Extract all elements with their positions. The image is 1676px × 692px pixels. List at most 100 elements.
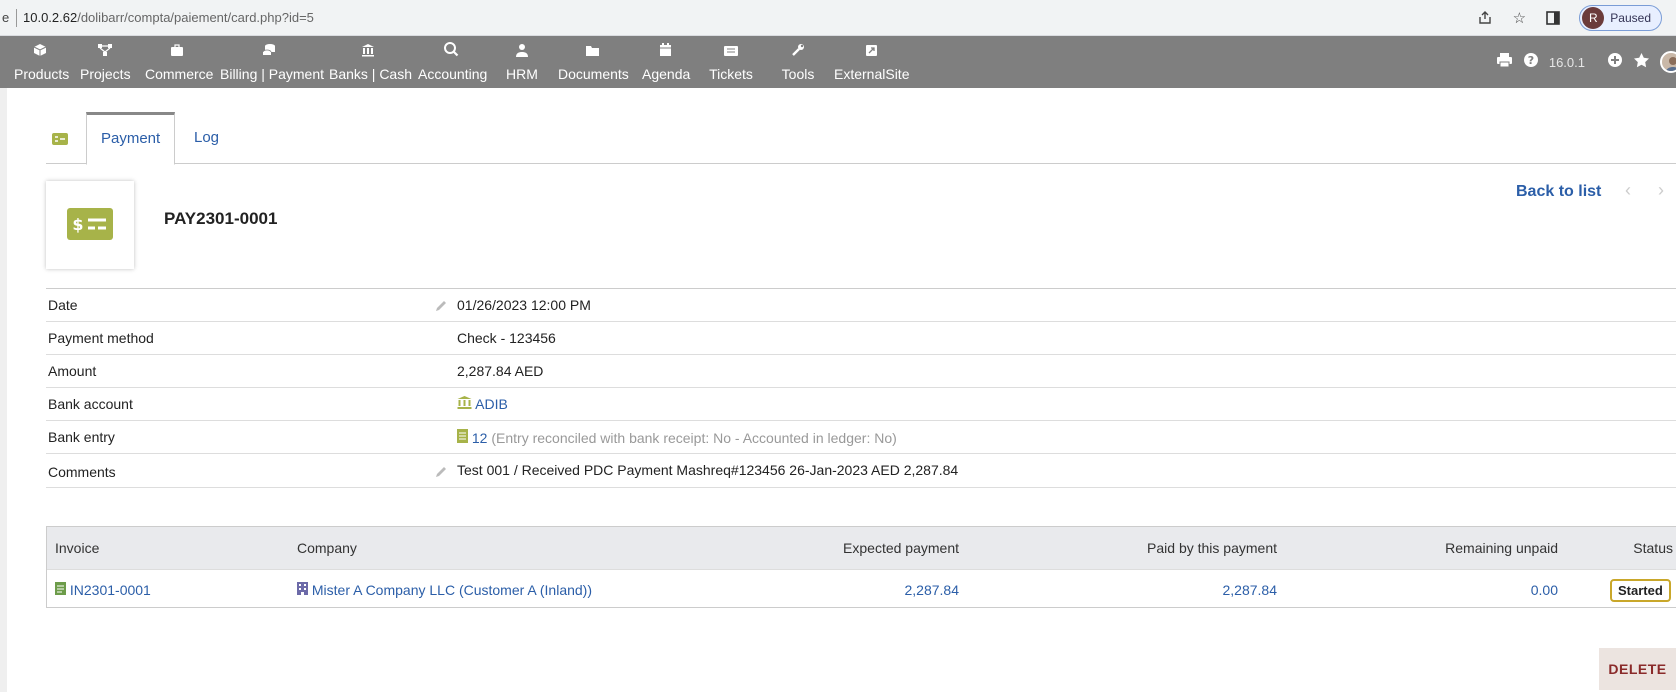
field-row-comments: Comments Test 001 / Received PDC Payment… (46, 454, 1676, 488)
svg-text:$: $ (72, 215, 83, 234)
menu-label: Banks | Cash (329, 66, 413, 82)
bank-entry-link[interactable]: 12 (472, 430, 488, 446)
menu-externalsite[interactable]: ExternalSite (834, 36, 910, 88)
payment-photo: $ (46, 181, 134, 269)
star-bookmark-icon[interactable]: ☆ (1511, 10, 1527, 27)
next-record-button[interactable]: › (1658, 180, 1664, 201)
company-building-icon (297, 582, 308, 598)
payment-ref: PAY2301-0001 (164, 209, 278, 228)
amount-value: 2,287.84 AED (457, 363, 544, 379)
company-link[interactable]: Mister A Company LLC (Customer A (Inland… (312, 582, 592, 598)
profile-avatar: R (1582, 6, 1605, 29)
bank-account-link[interactable]: ADIB (475, 396, 508, 412)
field-row-method: Payment method Check - 123456 (46, 322, 1676, 355)
share-icon[interactable] (1477, 10, 1493, 26)
profile-button[interactable]: R Paused (1579, 4, 1662, 31)
status-badge: Started (1610, 579, 1671, 602)
company-cell: Mister A Company LLC (Customer A (Inland… (297, 582, 592, 598)
payment-fields: Date 01/26/2023 12:00 PM Payment method … (46, 288, 1676, 488)
col-company: Company (297, 540, 357, 556)
menu-label: Accounting (418, 66, 488, 82)
bank-account-value: ADIB (457, 396, 508, 412)
field-label: Date (48, 297, 78, 313)
card-tabs: Payment Log (46, 112, 1676, 165)
top-menu: Products Projects Commerce Billing | Pay… (0, 36, 1676, 88)
method-value: Check - 123456 (457, 330, 556, 346)
menu-tools[interactable]: Tools (779, 36, 817, 88)
print-icon[interactable] (1496, 52, 1513, 73)
bookmark-star-icon[interactable] (1633, 52, 1650, 73)
user-tie-icon (516, 43, 528, 60)
tab-payment[interactable]: Payment (86, 112, 176, 165)
field-row-amount: Amount 2,287.84 AED (46, 355, 1676, 388)
table-header: Invoice Company Expected payment Paid by… (47, 527, 1676, 570)
field-label: Amount (48, 363, 97, 379)
menu-label: HRM (506, 66, 538, 82)
date-value: 01/26/2023 12:00 PM (457, 297, 591, 313)
menu-banks-cash[interactable]: Banks | Cash (329, 36, 413, 88)
previous-record-button[interactable]: ‹ (1625, 180, 1631, 201)
ticket-icon (723, 44, 739, 60)
invoice-link[interactable]: IN2301-0001 (70, 582, 151, 598)
field-label: Bank entry (48, 429, 115, 445)
menu-label: Tickets (709, 66, 753, 82)
payment-card-icon (52, 132, 68, 145)
address-bar[interactable]: 10.0.2.62/dolibarr/compta/paiement/card.… (23, 10, 1477, 25)
menu-accounting[interactable]: Accounting (418, 36, 488, 88)
comments-value: Test 001 / Received PDC Payment Mashreq#… (457, 462, 959, 478)
user-avatar[interactable] (1660, 51, 1676, 73)
folder-open-icon (585, 44, 601, 60)
col-remaining: Remaining unpaid (1445, 540, 1558, 556)
bank-icon (361, 43, 375, 60)
field-label: Payment method (48, 330, 154, 346)
menu-hrm[interactable]: HRM (504, 36, 540, 88)
field-label: Comments (48, 464, 116, 480)
menu-label: Billing | Payment (220, 66, 325, 82)
tab-log[interactable]: Log (180, 112, 233, 163)
url-host: 10.0.2.62 (23, 10, 78, 25)
menu-label: Commerce (145, 66, 214, 82)
invoice-icon (55, 582, 66, 598)
col-invoice: Invoice (55, 540, 100, 556)
menu-documents[interactable]: Documents (558, 36, 629, 88)
back-to-list-link[interactable]: Back to list (1516, 183, 1601, 201)
menu-agenda[interactable]: Agenda (642, 36, 690, 88)
menu-products[interactable]: Products (14, 36, 70, 88)
side-panel-icon[interactable] (1545, 10, 1561, 26)
calendar-icon (659, 43, 672, 60)
pencil-edit-icon[interactable] (434, 299, 448, 313)
bank-entry-value: 12 (Entry reconciled with bank receipt: … (457, 429, 897, 446)
invoice-table: Invoice Company Expected payment Paid by… (46, 526, 1676, 608)
left-gutter (0, 88, 7, 692)
menu-billing-payment[interactable]: Billing | Payment (220, 36, 325, 88)
bank-entry-note: (Entry reconciled with bank receipt: No … (491, 430, 897, 446)
invoice-cell: IN2301-0001 (55, 582, 151, 598)
pencil-edit-icon[interactable] (434, 465, 448, 479)
tab-edge: e (2, 10, 10, 25)
table-row: IN2301-0001 Mister A Company LLC (Custom… (47, 570, 1676, 607)
url-path: /dolibarr/compta/paiement/card.php?id=5 (77, 10, 314, 25)
delete-button[interactable]: DELETE (1599, 648, 1676, 690)
cube-icon (33, 43, 47, 60)
menu-label: Projects (80, 66, 131, 82)
svg-text:?: ? (1528, 54, 1534, 67)
wrench-icon (791, 43, 805, 60)
menu-label: Tools (781, 66, 815, 82)
bank-icon (457, 396, 472, 412)
menu-label: Documents (558, 66, 629, 82)
menu-label: Products (14, 66, 70, 82)
col-paid: Paid by this payment (1147, 540, 1277, 556)
expected-amount: 2,287.84 (904, 582, 960, 598)
add-icon[interactable] (1607, 52, 1623, 73)
help-icon[interactable]: ? (1523, 52, 1539, 73)
field-label: Bank account (48, 396, 133, 412)
field-row-bank-account: Bank account ADIB (46, 388, 1676, 421)
menu-commerce[interactable]: Commerce (145, 36, 214, 88)
menu-label: ExternalSite (834, 66, 910, 82)
coins-icon (262, 43, 276, 60)
menu-projects[interactable]: Projects (80, 36, 131, 88)
field-row-date: Date 01/26/2023 12:00 PM (46, 289, 1676, 322)
search-dollar-icon (443, 41, 459, 60)
menu-tickets[interactable]: Tickets (708, 36, 754, 88)
external-link-icon (865, 44, 878, 60)
